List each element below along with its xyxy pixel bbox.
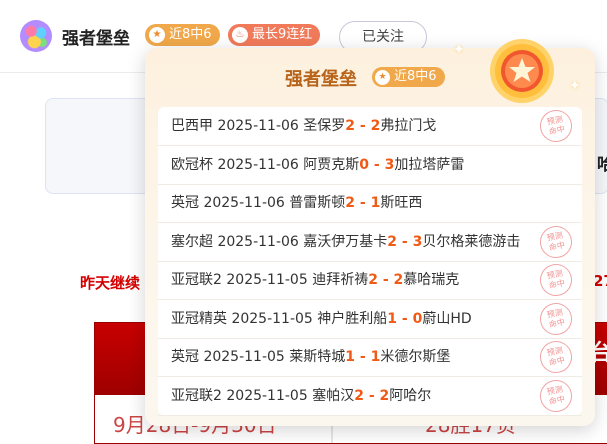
match-row[interactable]: 亚冠联2 2025-11-05 迪拜祈祷2 - 2慕哈瑞克 预测 命中 [158,261,582,300]
match-home-score: 2 [345,195,356,211]
match-away-score: 1 [370,195,381,211]
prediction-hit-stamp: 预测 命中 [537,376,575,415]
match-row[interactable]: 亚冠联2 2025-11-05 塞帕汉2 - 2阿哈尔 预测 命中 [158,376,582,416]
match-text: 亚冠联2 2025-11-05 塞帕汉2 - 2阿哈尔 [171,377,431,415]
match-row[interactable]: 塞尔超 2025-11-06 嘉沃伊万基卡2 - 3贝尔格莱德游击 预测 命中 [158,222,582,262]
match-score-separator: - [355,349,371,365]
match-text: 英冠 2025-11-05 莱斯特城1 - 1米德尔斯堡 [171,338,450,376]
match-away-score: 2 [370,118,381,134]
card-edge-text: 哈 [597,155,607,175]
match-league: 欧冠杯 [171,156,213,173]
match-score-separator: - [355,118,371,134]
match-score-separator: - [355,195,371,211]
match-home-score: 2 [387,233,398,250]
match-list: 巴西甲 2025-11-06 圣保罗2 - 2弗拉门戈 预测 命中 欧冠杯 2025-… [158,107,582,416]
match-date: 2025-11-05 [203,349,285,365]
match-league: 亚冠精英 [171,310,227,327]
match-home-score: 1 [387,310,398,327]
star-medal-icon [490,39,554,103]
match-text: 英冠 2025-11-06 普雷斯顿2 - 1斯旺西 [171,184,422,222]
win-rate-label: 近8中6 [169,27,212,42]
match-score-separator: - [397,233,413,250]
match-away-team: 米德尔斯堡 [380,349,451,365]
sparkle-icon: ✦ [453,42,465,58]
match-home-score: 2 [354,387,364,404]
match-date: 2025-11-06 [217,233,299,250]
star-icon: ★ [149,27,165,43]
match-text: 亚冠精英 2025-11-05 神户胜利船1 - 0蔚山HD [171,300,472,338]
match-away-team: 弗拉门戈 [380,118,437,134]
match-text: 塞尔超 2025-11-06 嘉沃伊万基卡2 - 3贝尔格莱德游击 [171,223,520,261]
match-score-separator: - [369,156,385,173]
match-score-separator: - [363,387,380,404]
match-league: 英冠 [171,195,199,211]
match-home-score: 0 [359,156,370,173]
match-league: 巴西甲 [171,118,213,134]
match-date: 2025-11-05 [231,310,313,327]
prediction-hit-stamp: 预测 命中 [537,222,575,261]
match-away-score: 3 [384,156,395,173]
match-date: 2025-11-06 [203,195,285,211]
match-home-team: 神户胜利船 [317,310,388,327]
match-row[interactable]: 亚冠精英 2025-11-05 神户胜利船1 - 0蔚山HD 预测 命中 [158,299,582,339]
match-away-score: 0 [412,310,423,327]
match-text: 巴西甲 2025-11-06 圣保罗2 - 2弗拉门戈 [171,107,436,145]
match-row[interactable]: 巴西甲 2025-11-06 圣保罗2 - 2弗拉门戈 预测 命中 [158,107,582,146]
prediction-hit-stamp: 预测 命中 [537,107,575,145]
match-away-score: 2 [393,272,404,288]
match-away-score: 1 [370,349,381,365]
match-away-team: 阿哈尔 [389,387,432,404]
match-away-team: 慕哈瑞克 [403,272,460,288]
popover-title: 强者堡垒 [285,69,357,90]
match-away-team: 斯旺西 [380,195,423,211]
match-home-score: 2 [368,272,378,288]
win-rate-badge[interactable]: ★ 近8中6 [145,24,220,46]
match-row[interactable]: 欧冠杯 2025-11-06 阿贾克斯0 - 3加拉塔萨雷 [158,146,582,185]
avatar[interactable] [20,20,52,52]
match-score-separator: - [397,310,413,327]
sparkle-icon: ✦ [569,78,581,94]
popover-badge-label: 近8中6 [394,69,437,84]
match-league: 亚冠联2 [171,387,222,404]
match-home-team: 阿贾克斯 [303,156,360,173]
match-home-team: 圣保罗 [303,118,346,134]
match-home-team: 普雷斯顿 [289,195,346,211]
flame-icon: ♨ [232,27,248,43]
match-home-score: 1 [345,349,356,365]
match-league: 亚冠联2 [171,272,222,288]
match-date: 2025-11-05 [226,387,308,404]
streak-badge[interactable]: ♨ 最长9连红 [228,24,321,46]
match-score-separator: - [377,272,394,288]
match-text: 欧冠杯 2025-11-06 阿贾克斯0 - 3加拉塔萨雷 [171,146,464,184]
match-row[interactable]: 英冠 2025-11-05 莱斯特城1 - 1米德尔斯堡 预测 命中 [158,338,582,377]
streak-label: 最长9连红 [252,27,313,42]
match-home-score: 2 [345,118,356,134]
article-red-text: 昨天继续 [80,274,141,292]
expert-popover: ✦ ✦ 强者堡垒 ★ 近8中6 巴西甲 2025-11-06 圣保罗2 - 2弗… [145,39,595,426]
match-date: 2025-11-06 [217,118,299,134]
match-away-score: 3 [412,233,423,250]
match-away-score: 2 [379,387,390,404]
article-red-number: 27 [593,272,607,290]
user-name[interactable]: 强者堡垒 [62,24,130,49]
match-home-team: 嘉沃伊万基卡 [303,233,388,250]
match-home-team: 塞帕汉 [312,387,355,404]
prediction-hit-stamp: 预测 命中 [537,338,575,376]
match-date: 2025-11-05 [226,272,308,288]
match-league: 英冠 [171,349,199,365]
match-row[interactable]: 英冠 2025-11-06 普雷斯顿2 - 1斯旺西 [158,184,582,223]
match-league: 塞尔超 [171,233,213,250]
match-home-team: 迪拜祈祷 [312,272,369,288]
match-date: 2025-11-06 [217,156,299,173]
match-away-team: 贝尔格莱德游击 [422,233,521,250]
prediction-hit-stamp: 预测 命中 [537,299,575,338]
match-text: 亚冠联2 2025-11-05 迪拜祈祷2 - 2慕哈瑞克 [171,261,459,299]
star-icon: ★ [375,69,390,85]
match-home-team: 莱斯特城 [289,349,346,365]
popover-win-rate-badge: ★ 近8中6 [372,67,445,87]
prediction-hit-stamp: 预测 命中 [537,261,575,299]
match-away-team: 加拉塔萨雷 [394,156,465,173]
match-away-team: 蔚山HD [422,310,472,327]
